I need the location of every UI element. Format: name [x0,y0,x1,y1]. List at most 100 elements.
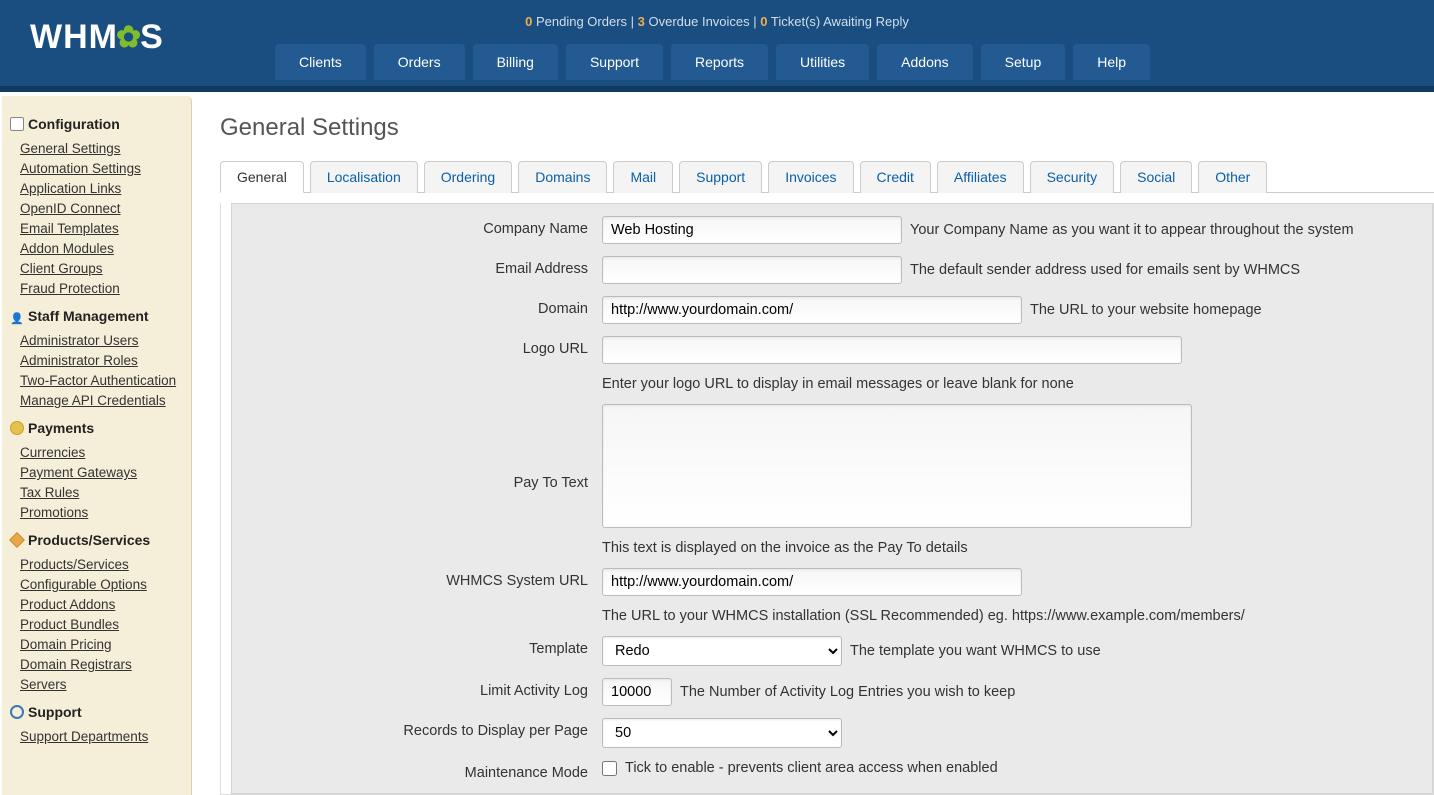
tab-domains[interactable]: Domains [518,161,607,193]
tab-other[interactable]: Other [1198,161,1267,193]
nav-orders[interactable]: Orders [374,44,465,80]
sidebar-item-payment-gateways[interactable]: Payment Gateways [20,465,137,480]
logo-text-post: S [140,18,164,57]
email-input[interactable] [602,256,902,284]
gear-icon: ✿ [116,20,142,55]
tab-general[interactable]: General [220,161,304,193]
sidebar-item-products-services[interactable]: Products/Services [20,557,129,572]
tab-invoices[interactable]: Invoices [768,161,853,193]
payments-icon [10,421,24,435]
sidebar-item-domain-pricing[interactable]: Domain Pricing [20,637,112,652]
pay-to-textarea[interactable] [602,404,1192,528]
sidebar-item-two-factor[interactable]: Two-Factor Authentication [20,373,176,388]
template-select[interactable]: Redo [602,636,842,666]
overdue-invoices-label[interactable]: Overdue Invoices [645,14,750,29]
sidebar-heading-support: Support [10,704,191,720]
sidebar-item-client-groups[interactable]: Client Groups [20,261,103,276]
sidebar-heading-configuration: Configuration [10,116,191,132]
pay-to-label: Pay To Text [232,470,602,491]
nav-support[interactable]: Support [566,44,663,80]
sidebar-item-support-departments[interactable]: Support Departments [20,729,148,744]
sidebar-heading-staff: Staff Management [10,308,191,324]
email-label: Email Address [232,256,602,277]
domain-label: Domain [232,296,602,317]
sidebar-item-domain-registrars[interactable]: Domain Registrars [20,657,132,672]
products-icon [10,533,24,547]
activity-log-input[interactable] [602,678,672,706]
sidebar-item-automation-settings[interactable]: Automation Settings [20,161,141,176]
main-nav: Clients Orders Billing Support Reports U… [275,44,1150,80]
sidebar-item-product-bundles[interactable]: Product Bundles [20,617,119,632]
maintenance-label: Maintenance Mode [232,760,602,781]
system-url-input[interactable] [602,568,1022,596]
nav-clients[interactable]: Clients [275,44,366,80]
nav-addons[interactable]: Addons [877,44,972,80]
sidebar-item-currencies[interactable]: Currencies [20,445,85,460]
template-label: Template [232,636,602,657]
tab-social[interactable]: Social [1120,161,1192,193]
domain-hint: The URL to your website homepage [1030,302,1262,318]
template-hint: The template you want WHMCS to use [850,643,1101,659]
sidebar-heading-products: Products/Services [10,532,191,548]
sidebar-item-addon-modules[interactable]: Addon Modules [20,241,114,256]
sidebar-item-servers[interactable]: Servers [20,677,67,692]
tab-security[interactable]: Security [1030,161,1115,193]
logo-url-label: Logo URL [232,336,602,357]
config-icon [10,117,24,131]
overdue-invoices-count: 3 [638,14,645,29]
tab-localisation[interactable]: Localisation [310,161,418,193]
sidebar-item-admin-users[interactable]: Administrator Users [20,333,139,348]
nav-utilities[interactable]: Utilities [776,44,869,80]
page-title: General Settings [220,114,1434,142]
company-name-hint: Your Company Name as you want it to appe… [910,222,1354,238]
logo-url-input[interactable] [602,336,1182,364]
maintenance-hint: Tick to enable - prevents client area ac… [625,760,998,776]
logo: WHM✿S [30,18,164,57]
sidebar-item-openid-connect[interactable]: OpenID Connect [20,201,121,216]
content: General Settings General Localisation Or… [202,96,1434,795]
support-icon [10,705,24,719]
form-area: Company Name Your Company Name as you wa… [220,203,1434,795]
email-hint: The default sender address used for emai… [910,262,1300,278]
pay-to-hint: This text is displayed on the invoice as… [602,540,1422,556]
tickets-count: 0 [760,14,767,29]
tab-ordering[interactable]: Ordering [424,161,512,193]
nav-reports[interactable]: Reports [671,44,768,80]
company-name-label: Company Name [232,216,602,237]
sidebar-item-general-settings[interactable]: General Settings [20,141,121,156]
activity-log-label: Limit Activity Log [232,678,602,699]
header-status: 0 Pending Orders | 3 Overdue Invoices | … [0,0,1434,29]
sidebar-heading-payments: Payments [10,420,191,436]
pending-orders-label[interactable]: Pending Orders [532,14,627,29]
system-url-hint: The URL to your WHMCS installation (SSL … [602,608,1422,624]
logo-url-hint: Enter your logo URL to display in email … [602,376,1422,392]
logo-text-pre: WHM [30,18,118,57]
nav-setup[interactable]: Setup [981,44,1066,80]
domain-input[interactable] [602,296,1022,324]
records-per-page-select[interactable]: 50 [602,718,842,748]
tab-affiliates[interactable]: Affiliates [937,161,1024,193]
system-url-label: WHMCS System URL [232,568,602,589]
user-icon [10,309,24,323]
sidebar-item-promotions[interactable]: Promotions [20,505,88,520]
maintenance-checkbox[interactable] [602,761,617,776]
sidebar-item-configurable-options[interactable]: Configurable Options [20,577,147,592]
sidebar: Configuration General Settings Automatio… [2,96,192,795]
sidebar-item-product-addons[interactable]: Product Addons [20,597,115,612]
sidebar-item-email-templates[interactable]: Email Templates [20,221,119,236]
sidebar-item-fraud-protection[interactable]: Fraud Protection [20,281,120,296]
sidebar-item-api-credentials[interactable]: Manage API Credentials [20,393,166,408]
top-bar: WHM✿S 0 Pending Orders | 3 Overdue Invoi… [0,0,1434,86]
sidebar-item-admin-roles[interactable]: Administrator Roles [20,353,138,368]
activity-log-hint: The Number of Activity Log Entries you w… [680,684,1015,700]
nav-help[interactable]: Help [1073,44,1150,80]
tab-mail[interactable]: Mail [613,161,673,193]
tickets-label[interactable]: Ticket(s) Awaiting Reply [768,14,909,29]
sidebar-item-application-links[interactable]: Application Links [20,181,121,196]
sidebar-item-tax-rules[interactable]: Tax Rules [20,485,79,500]
nav-billing[interactable]: Billing [473,44,558,80]
tab-support[interactable]: Support [679,161,762,193]
company-name-input[interactable] [602,216,902,244]
tabs: General Localisation Ordering Domains Ma… [220,160,1434,193]
tab-credit[interactable]: Credit [860,161,931,193]
